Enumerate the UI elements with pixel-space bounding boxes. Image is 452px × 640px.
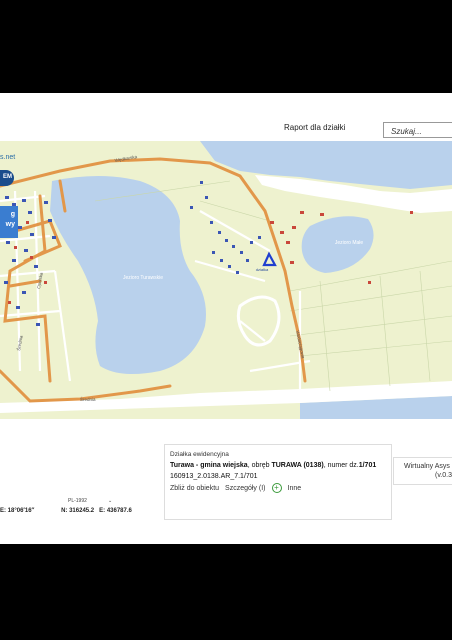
small-lake-label: Jezioro Małe bbox=[335, 240, 364, 246]
crs-select-label: PL-1992 bbox=[68, 498, 87, 504]
parcel-actions: Zbliż do obiektu Szczegóły (I) + Inne bbox=[170, 483, 301, 493]
coord-e2-value: 436787.6 bbox=[106, 508, 132, 514]
top-bar: Raport dla działki bbox=[0, 93, 452, 141]
logo-badge: EM bbox=[0, 170, 14, 186]
parcel-gmina: Turawa - gmina wiejska bbox=[170, 462, 248, 469]
parcel-obreb-prefix: , obręb bbox=[247, 462, 272, 469]
virtual-assistant-version: (v.0.3 bbox=[435, 472, 452, 479]
coord-n-value: 316245.2 bbox=[69, 508, 95, 514]
parcel-obreb: TURAWA (0138) bbox=[271, 462, 324, 469]
other-link[interactable]: Inne bbox=[288, 485, 302, 492]
coord-e2-label: E: bbox=[99, 508, 106, 514]
street-label-srednia: Średnia bbox=[80, 395, 96, 402]
app-frame: Raport dla działki Szukaj... Jezioro Tur… bbox=[0, 93, 452, 544]
marker-label: działka bbox=[256, 267, 269, 272]
parcel-info-panel: Działka ewidencyjna Turawa - gmina wiejs… bbox=[164, 444, 392, 520]
virtual-assistant-panel[interactable]: Wirtualny Asys (v.0.3 bbox=[393, 457, 452, 485]
virtual-assistant-title: Wirtualny Asys bbox=[404, 463, 450, 470]
logo-blue-line2: wy bbox=[5, 221, 15, 228]
chevron-down-icon: ⌄ bbox=[108, 498, 113, 504]
parcel-number-prefix: , numer dz. bbox=[323, 462, 359, 469]
coord-e-value: 18°06′16″ bbox=[7, 508, 35, 514]
details-link[interactable]: Szczegóły (I) bbox=[225, 485, 265, 492]
coordinates-readout: E: 18°06′16″ N: 316245.2 E: 436787.6 bbox=[0, 508, 132, 514]
logo-blue-panel: g wy bbox=[0, 206, 18, 238]
map-view[interactable]: Jezioro Turawskie Jezioro Małe działka W… bbox=[0, 141, 452, 419]
logo-blue-line1: g bbox=[10, 211, 15, 218]
bottom-panel: PL-1992 ⌄ E: 18°06′16″ N: 316245.2 E: 43… bbox=[0, 419, 452, 544]
logo-strip: s.net EM g wy bbox=[0, 144, 22, 238]
search-input[interactable] bbox=[383, 122, 452, 138]
crs-select[interactable]: PL-1992 ⌄ bbox=[60, 498, 116, 508]
main-lake-label: Jezioro Turawskie bbox=[123, 275, 163, 281]
parcel-title: Działka ewidencyjna bbox=[170, 451, 229, 458]
logo-url: s.net bbox=[0, 154, 16, 161]
zoom-to-object-link[interactable]: Zbliż do obiektu bbox=[170, 485, 219, 492]
report-link[interactable]: Raport dla działki bbox=[284, 123, 345, 132]
coord-e-label: E: bbox=[0, 508, 6, 514]
coord-n-label: N: bbox=[61, 508, 68, 514]
parcel-identifier: 160913_2.0138.AR_7.1/701 bbox=[170, 473, 258, 480]
map-canvas[interactable]: Jezioro Turawskie Jezioro Małe działka W… bbox=[0, 141, 452, 419]
parcel-location: Turawa - gmina wiejska, obręb TURAWA (01… bbox=[170, 462, 376, 469]
plus-icon[interactable]: + bbox=[271, 483, 282, 493]
parcel-number: 1/701 bbox=[358, 462, 377, 469]
